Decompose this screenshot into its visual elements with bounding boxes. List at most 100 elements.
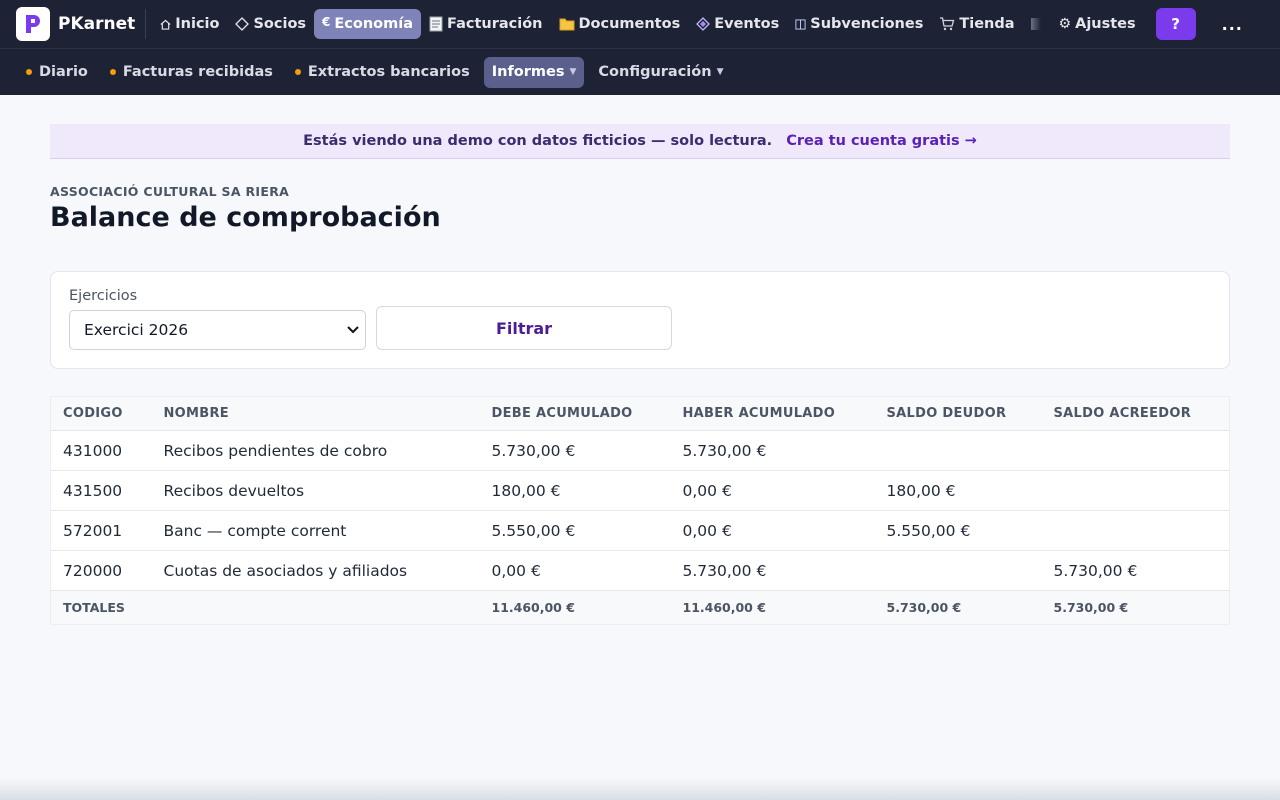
top-navbar: PKarnet Inicio Socios € Economía Factura… [0, 0, 1280, 48]
navbar-right: ⚙ Ajustes ? ... [1051, 8, 1243, 40]
cell-saldo-deudor: 180,00 € [874, 470, 1042, 511]
nav-item-label: Economía [334, 16, 414, 32]
cell-nombre: Cuotas de asociados y afiliados [151, 550, 480, 591]
nav-item-socios[interactable]: Socios [227, 9, 314, 39]
app-logo[interactable] [16, 7, 50, 41]
main-nav: Inicio Socios € Economía Facturación Doc… [152, 9, 1048, 39]
subnav-item-extractos-bancarios[interactable]: Extractos bancarios [287, 57, 478, 88]
nav-divider [145, 9, 147, 39]
organization-name: ASSOCIACIÓ CULTURAL SA RIERA [50, 184, 290, 199]
page-title: Balance de comprobación [50, 202, 441, 233]
status-dot [26, 69, 32, 75]
filter-row: Exercici 2026 Filtrar [69, 306, 1211, 350]
cell-nombre: Recibos pendientes de cobro [151, 430, 480, 471]
trial-balance-table: CODIGO NOMBRE DEBE ACUMULADO HABER ACUMU… [50, 396, 1230, 625]
nav-overflow-indicator[interactable] [1023, 9, 1049, 39]
subnav-label: Configuración [598, 64, 712, 80]
more-menu-button[interactable]: ... [1222, 15, 1243, 34]
nav-item-economia[interactable]: € Economía [314, 9, 422, 39]
cell-debe: 0,00 € [479, 550, 671, 591]
subnav-label: Extractos bancarios [307, 64, 470, 80]
cell-haber: 5.730,00 € [670, 430, 875, 471]
cell-saldo-deudor: 5.550,00 € [874, 510, 1042, 551]
subnav-item-configuracion[interactable]: Configuración ▼ [590, 57, 731, 88]
cell-saldo-acreedor [1041, 430, 1230, 471]
folder-icon [559, 17, 575, 31]
subnav-label: Diario [39, 64, 88, 80]
sub-navbar: Diario Facturas recibidas Extractos banc… [0, 48, 1280, 95]
nav-item-inicio[interactable]: Inicio [152, 9, 227, 39]
total-saldo-deudor: 5.730,00 € [874, 590, 1042, 625]
chevron-down-icon: ▼ [716, 67, 724, 77]
cell-saldo-acreedor: 5.730,00 € [1041, 550, 1230, 591]
cell-debe: 5.550,00 € [479, 510, 671, 551]
cell-haber: 0,00 € [670, 510, 875, 551]
total-saldo-acreedor: 5.730,00 € [1041, 590, 1230, 625]
invoice-icon [429, 16, 443, 32]
cell-haber: 5.730,00 € [670, 550, 875, 591]
demo-banner-text: Estás viendo una demo con datos ficticio… [303, 133, 773, 149]
nav-item-label: Documentos [578, 16, 681, 32]
column-header-haber-acumulado[interactable]: HABER ACUMULADO [670, 396, 875, 431]
column-header-debe-acumulado[interactable]: DEBE ACUMULADO [479, 396, 671, 431]
table-row[interactable]: 431500 Recibos devueltos 180,00 € 0,00 €… [50, 470, 1230, 511]
status-dot [109, 69, 116, 75]
column-header-saldo-acreedor[interactable]: SALDO ACREEDOR [1041, 396, 1230, 431]
fiscal-year-label: Ejercicios [69, 288, 138, 304]
main-content: Estás viendo una demo con datos ficticio… [0, 95, 1280, 625]
cell-codigo: 572001 [50, 510, 152, 551]
cart-icon [939, 17, 955, 31]
book-icon [795, 18, 806, 30]
cell-saldo-acreedor [1041, 470, 1230, 511]
total-debe: 11.460,00 € [479, 590, 671, 625]
settings-label: Ajustes [1075, 16, 1136, 32]
totals-label: TOTALES [50, 590, 152, 625]
cell-haber: 0,00 € [670, 470, 875, 511]
cell-saldo-acreedor [1041, 510, 1230, 551]
event-diamond-icon [696, 17, 711, 31]
bottom-shadow [0, 778, 1280, 800]
nav-item-label: Facturación [447, 16, 543, 32]
totals-row: TOTALES 11.460,00 € 11.460,00 € 5.730,00… [50, 590, 1230, 625]
filter-button[interactable]: Filtrar [376, 306, 672, 350]
demo-banner: Estás viendo una demo con datos ficticio… [50, 124, 1230, 159]
subnav-item-diario[interactable]: Diario [18, 57, 96, 88]
cell-debe: 180,00 € [479, 470, 671, 511]
cell-nombre: Banc — compte corrent [151, 510, 480, 551]
nav-item-subvenciones[interactable]: Subvenciones [787, 9, 931, 39]
subnav-item-informes[interactable]: Informes ▼ [483, 56, 585, 88]
column-header-codigo[interactable]: CODIGO [50, 396, 152, 431]
cell-debe: 5.730,00 € [479, 430, 671, 471]
subnav-label: Facturas recibidas [122, 64, 273, 80]
nav-item-facturacion[interactable]: Facturación [421, 9, 550, 39]
help-button[interactable]: ? [1155, 8, 1196, 40]
nav-item-tienda[interactable]: Tienda [931, 9, 1022, 39]
total-haber: 11.460,00 € [670, 590, 875, 625]
cell-codigo: 431500 [50, 470, 152, 511]
nav-item-label: Subvenciones [810, 16, 924, 32]
status-dot [294, 69, 301, 75]
nav-item-label: Eventos [714, 16, 780, 32]
table-row[interactable]: 720000 Cuotas de asociados y afiliados 0… [50, 550, 1230, 591]
cell-saldo-deudor [874, 430, 1042, 471]
gradient-block-icon [1030, 18, 1041, 30]
filter-card: Ejercicios Exercici 2026 Filtrar [50, 271, 1230, 369]
nav-item-label: Socios [253, 16, 307, 32]
cell-codigo: 431000 [50, 430, 152, 471]
settings-link[interactable]: ⚙ Ajustes [1051, 9, 1144, 39]
create-account-link[interactable]: Crea tu cuenta gratis → [786, 133, 977, 149]
cell-saldo-deudor [874, 550, 1042, 591]
subnav-item-facturas-recibidas[interactable]: Facturas recibidas [102, 57, 281, 88]
diamond-icon [235, 17, 250, 31]
nav-item-documentos[interactable]: Documentos [551, 9, 689, 39]
logo-icon [26, 15, 40, 33]
column-header-saldo-deudor[interactable]: SALDO DEUDOR [874, 396, 1042, 431]
app-name[interactable]: PKarnet [58, 14, 135, 34]
table-row[interactable]: 572001 Banc — compte corrent 5.550,00 € … [50, 510, 1230, 551]
nav-item-label: Inicio [175, 16, 220, 32]
column-header-nombre[interactable]: NOMBRE [151, 396, 480, 431]
fiscal-year-select[interactable]: Exercici 2026 [69, 310, 366, 350]
nav-item-eventos[interactable]: Eventos [688, 9, 787, 39]
euro-icon: € [322, 15, 331, 29]
table-row[interactable]: 431000 Recibos pendientes de cobro 5.730… [50, 430, 1230, 471]
